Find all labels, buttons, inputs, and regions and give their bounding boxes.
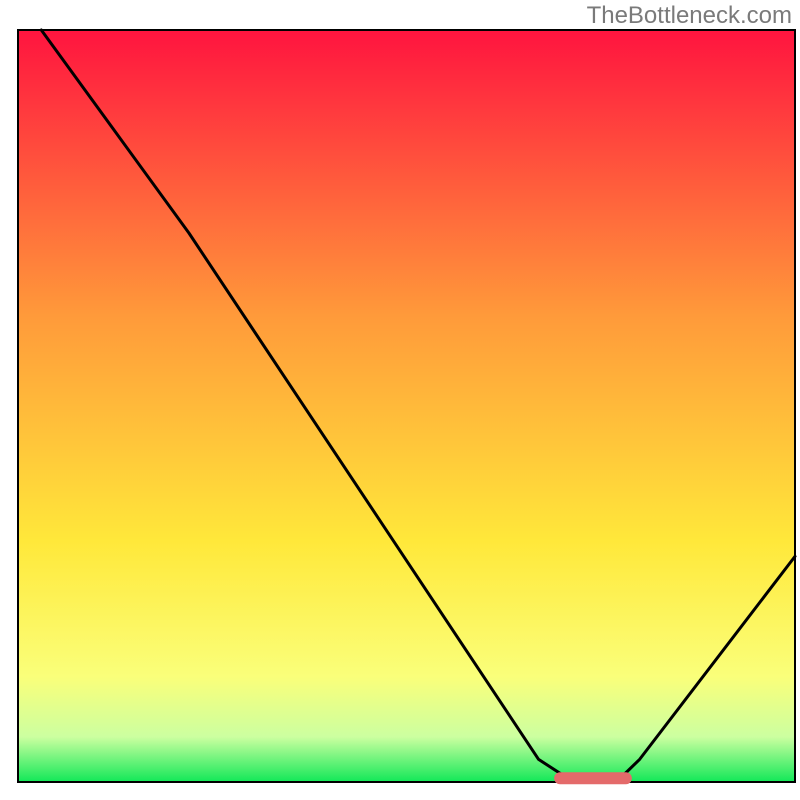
bottleneck-chart xyxy=(0,0,800,800)
gradient-background xyxy=(18,30,795,782)
watermark-text: TheBottleneck.com xyxy=(587,2,792,30)
optimal-marker xyxy=(554,772,632,784)
chart-container: TheBottleneck.com xyxy=(0,0,800,800)
